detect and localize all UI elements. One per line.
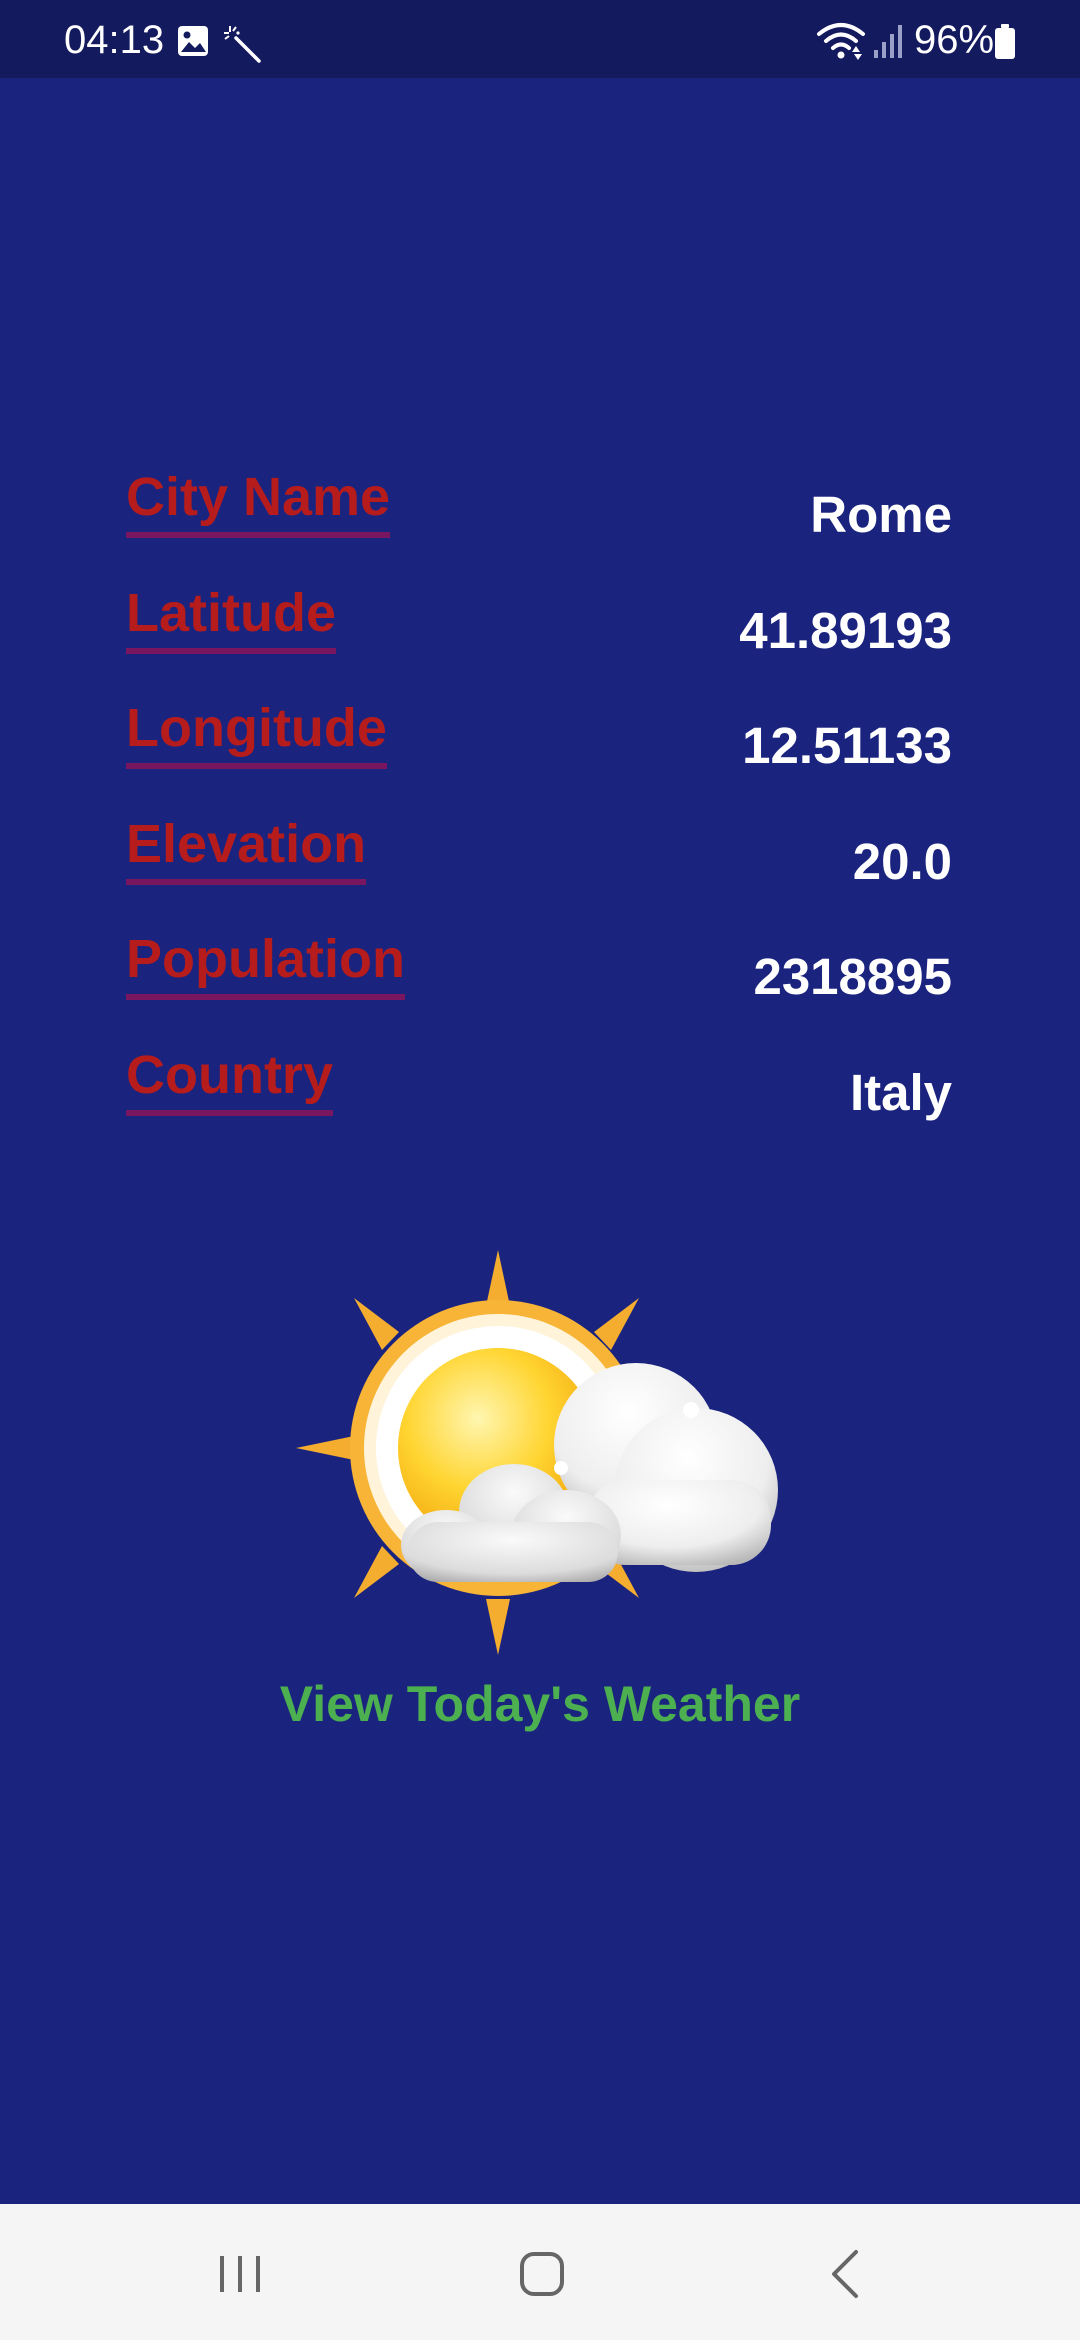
info-row-elevation: Elevation 20.0 [126, 809, 952, 925]
info-row-city-name: City Name Rome [126, 462, 952, 578]
signal-icon [874, 25, 902, 58]
status-bar: 04:13 96% [0, 0, 1080, 78]
battery-percentage: 96% [914, 18, 995, 62]
label-city-name: City Name [126, 462, 391, 538]
image-icon [178, 26, 208, 56]
value-city-name: Rome [810, 486, 952, 543]
label-population: Population [126, 924, 405, 1000]
wifi-icon [817, 23, 865, 60]
info-row-population: Population 2318895 [126, 924, 952, 1040]
screen: 04:13 96% City Name Rome Latitude 41.891… [0, 0, 1080, 2340]
info-row-country: Country Italy [126, 1040, 952, 1156]
value-country: Italy [849, 1063, 952, 1121]
label-longitude: Longitude [126, 693, 387, 769]
battery-icon [995, 24, 1015, 59]
value-elevation: 20.0 [852, 832, 952, 890]
label-elevation: Elevation [126, 809, 367, 885]
navigation-bar [0, 2204, 1080, 2340]
partly-cloudy-icon[interactable] [296, 1250, 786, 1655]
value-longitude: 12.51133 [742, 717, 952, 774]
status-time: 04:13 [64, 18, 165, 62]
home-icon[interactable] [502, 2234, 582, 2314]
recents-icon[interactable] [200, 2234, 280, 2314]
info-row-latitude: Latitude 41.89193 [126, 578, 952, 694]
magic-wand-icon [224, 26, 261, 63]
city-info-list: City Name Rome Latitude 41.89193 Longitu… [126, 462, 952, 1155]
info-row-longitude: Longitude 12.51133 [126, 693, 952, 809]
value-population: 2318895 [753, 948, 952, 1005]
back-icon[interactable] [806, 2234, 886, 2314]
value-latitude: 41.89193 [739, 601, 952, 659]
label-country: Country [126, 1040, 333, 1116]
label-latitude: Latitude [126, 578, 336, 654]
view-weather-link[interactable]: View Today's Weather [0, 1672, 1080, 1736]
